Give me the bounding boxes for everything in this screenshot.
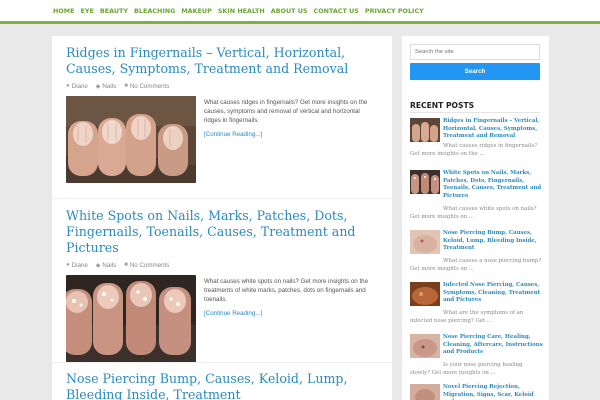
recent-thumbnail[interactable] xyxy=(410,170,440,194)
tag-icon: ◆ xyxy=(95,262,101,269)
post-divider xyxy=(52,362,392,363)
user-icon: ● xyxy=(66,83,70,89)
post-divider xyxy=(52,198,392,199)
nav-item-home[interactable]: HOME xyxy=(53,7,75,15)
recent-post-link[interactable]: Novel Piercing Rejection, Migration, Sig… xyxy=(443,384,545,400)
recent-thumbnail[interactable] xyxy=(410,384,440,400)
post-meta: ● Diane ◆ Nails ■ No Comments xyxy=(66,261,378,269)
tag-icon: ◆ xyxy=(95,83,101,90)
nav-item-contact-us[interactable]: CONTACT US xyxy=(314,7,359,15)
main-content: Ridges in Fingernails – Vertical, Horizo… xyxy=(52,36,392,400)
post-meta: ● Diane ◆ Nails ■ No Comments xyxy=(66,82,378,90)
post-ridges: Ridges in Fingernails – Vertical, Horizo… xyxy=(66,45,378,183)
recent-post-excerpt: Is your nose piercing healing slowly? Ge… xyxy=(410,362,523,376)
recent-thumbnail[interactable] xyxy=(410,230,440,254)
search-button[interactable]: Search xyxy=(410,63,540,80)
nav-item-privacy-policy[interactable]: PRIVACY POLICY xyxy=(365,7,424,15)
sidebar: Search RECENT POSTS Ridges in Fingernail… xyxy=(402,36,549,400)
continue-reading-link[interactable]: [Continue Reading...] xyxy=(204,309,376,318)
post-nose-piercing: Nose Piercing Bump, Causes, Keloid, Lump… xyxy=(66,371,378,400)
nav-item-skin-health[interactable]: SKIN HEALTH xyxy=(218,7,265,15)
post-author[interactable]: Diane xyxy=(72,262,88,269)
nav-item-eye[interactable]: EYE xyxy=(81,7,94,15)
recent-posts-heading: RECENT POSTS xyxy=(410,101,475,110)
post-comments[interactable]: No Comments xyxy=(130,262,170,269)
post-title-link[interactable]: Ridges in Fingernails – Vertical, Horizo… xyxy=(66,45,378,77)
recent-post-link[interactable]: Nose Piercing Care, Healing, Cleaning, A… xyxy=(443,334,545,357)
post-thumbnail-white-spots[interactable] xyxy=(66,275,196,362)
recent-post-excerpt: What causes ridges in fingernails? Get m… xyxy=(410,143,538,157)
post-excerpt: What causes ridges in fingernails? Get m… xyxy=(204,99,368,124)
post-title-link[interactable]: Nose Piercing Bump, Causes, Keloid, Lump… xyxy=(66,371,378,400)
recent-post-excerpt: What causes a nose piercing bump? Get mo… xyxy=(410,258,542,272)
recent-thumbnail[interactable] xyxy=(410,334,440,358)
nav-item-makeup[interactable]: MAKEUP xyxy=(181,7,212,15)
recent-post-link[interactable]: White Spots on Nails, Marks, Patches, Do… xyxy=(443,170,545,201)
continue-reading-link[interactable]: [Continue Reading...] xyxy=(204,130,376,139)
heading-divider xyxy=(410,112,540,113)
recent-thumbnail[interactable] xyxy=(410,282,440,306)
post-author[interactable]: Diane xyxy=(72,83,88,90)
recent-post-excerpt: What causes white spots on nails? Get mo… xyxy=(410,206,537,220)
post-comments[interactable]: No Comments xyxy=(130,83,170,90)
post-excerpt: What causes white spots on nails? Get mo… xyxy=(204,278,369,303)
user-icon: ● xyxy=(66,262,70,268)
search-input[interactable] xyxy=(410,44,540,60)
top-navigation: HOME EYE BEAUTY BLEACHING MAKEUP SKIN HE… xyxy=(0,0,600,24)
recent-post-excerpt: What are the symptoms of an infected nos… xyxy=(410,310,524,324)
post-category[interactable]: Nails xyxy=(102,83,116,90)
nav-item-beauty[interactable]: BEAUTY xyxy=(100,7,128,15)
post-category[interactable]: Nails xyxy=(102,262,116,269)
comment-icon: ■ xyxy=(124,83,128,89)
recent-post-link[interactable]: Infected Nose Piercing, Causes, Symptoms… xyxy=(443,282,545,305)
post-thumbnail-fingernails[interactable] xyxy=(66,96,196,183)
recent-post-link[interactable]: Ridges in Fingernails – Vertical, Horizo… xyxy=(443,118,545,141)
nav-item-about-us[interactable]: ABOUT US xyxy=(271,7,308,15)
recent-post-link[interactable]: Nose Piercing Bump, Causes, Keloid, Lump… xyxy=(443,230,545,253)
post-white-spots: White Spots on Nails, Marks, Patches, Do… xyxy=(66,208,378,362)
comment-icon: ■ xyxy=(124,262,128,268)
recent-thumbnail[interactable] xyxy=(410,118,440,142)
post-title-link[interactable]: White Spots on Nails, Marks, Patches, Do… xyxy=(66,208,378,256)
nav-item-bleaching[interactable]: BLEACHING xyxy=(134,7,175,15)
